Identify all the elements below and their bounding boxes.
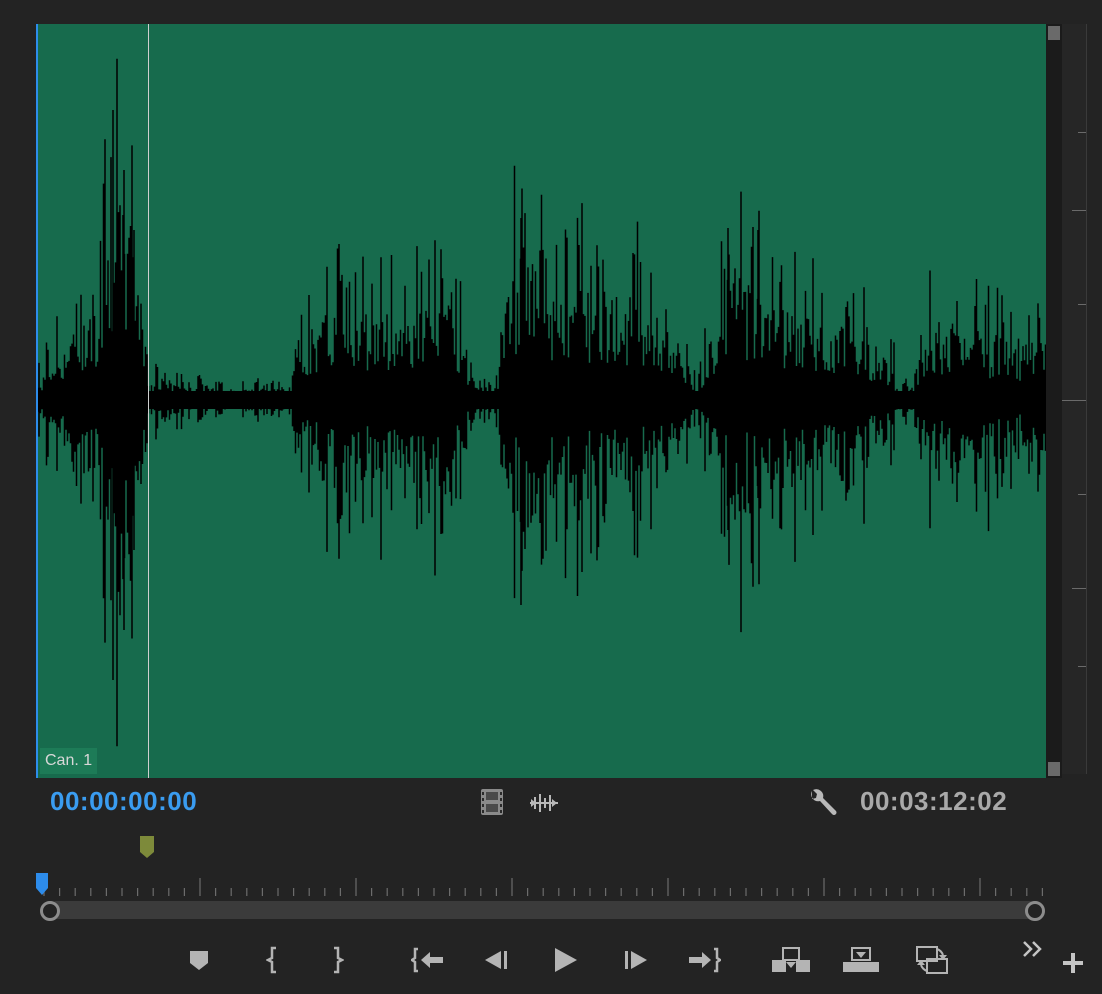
more-controls-icon[interactable] <box>1018 934 1048 964</box>
button-editor-icon[interactable] <box>1058 946 1088 980</box>
film-strip-icon[interactable] <box>480 788 504 821</box>
insert-button[interactable] <box>770 940 812 980</box>
wrench-icon[interactable] <box>806 788 838 823</box>
step-forward-button[interactable] <box>620 940 652 980</box>
play-button[interactable] <box>548 940 582 980</box>
go-to-out-button[interactable] <box>686 940 722 980</box>
mark-in-button[interactable] <box>262 940 284 980</box>
vertical-zoom-scrollbar[interactable] <box>1046 24 1062 778</box>
scrollbar-bottom-handle[interactable] <box>1048 762 1060 776</box>
current-timecode[interactable]: 00:00:00:00 <box>50 786 197 817</box>
zoom-scroll-bar[interactable] <box>48 901 1038 919</box>
scrollbar-top-handle[interactable] <box>1048 26 1060 40</box>
channel-label: Can. 1 <box>40 748 98 774</box>
step-back-button[interactable] <box>480 940 512 980</box>
audio-waveform-display[interactable] <box>36 24 1046 778</box>
playhead-handle[interactable] <box>35 872 49 901</box>
waveform-graph <box>36 58 1046 747</box>
duration-timecode: 00:03:12:02 <box>860 786 1008 816</box>
playhead-line[interactable] <box>148 24 149 778</box>
time-ruler[interactable] <box>40 876 1046 898</box>
zoom-handle-left[interactable] <box>40 901 60 921</box>
go-to-in-button[interactable] <box>410 940 446 980</box>
overwrite-button[interactable] <box>840 940 882 980</box>
zoom-handle-right[interactable] <box>1025 901 1045 921</box>
audio-waveform-icon[interactable] <box>528 792 560 819</box>
amplitude-ruler <box>1062 24 1087 774</box>
clip-marker[interactable] <box>140 836 154 863</box>
in-point-edge <box>36 24 38 778</box>
mark-out-button[interactable] <box>326 940 348 980</box>
add-marker-button[interactable] <box>186 940 212 980</box>
export-frame-button[interactable] <box>914 940 950 980</box>
